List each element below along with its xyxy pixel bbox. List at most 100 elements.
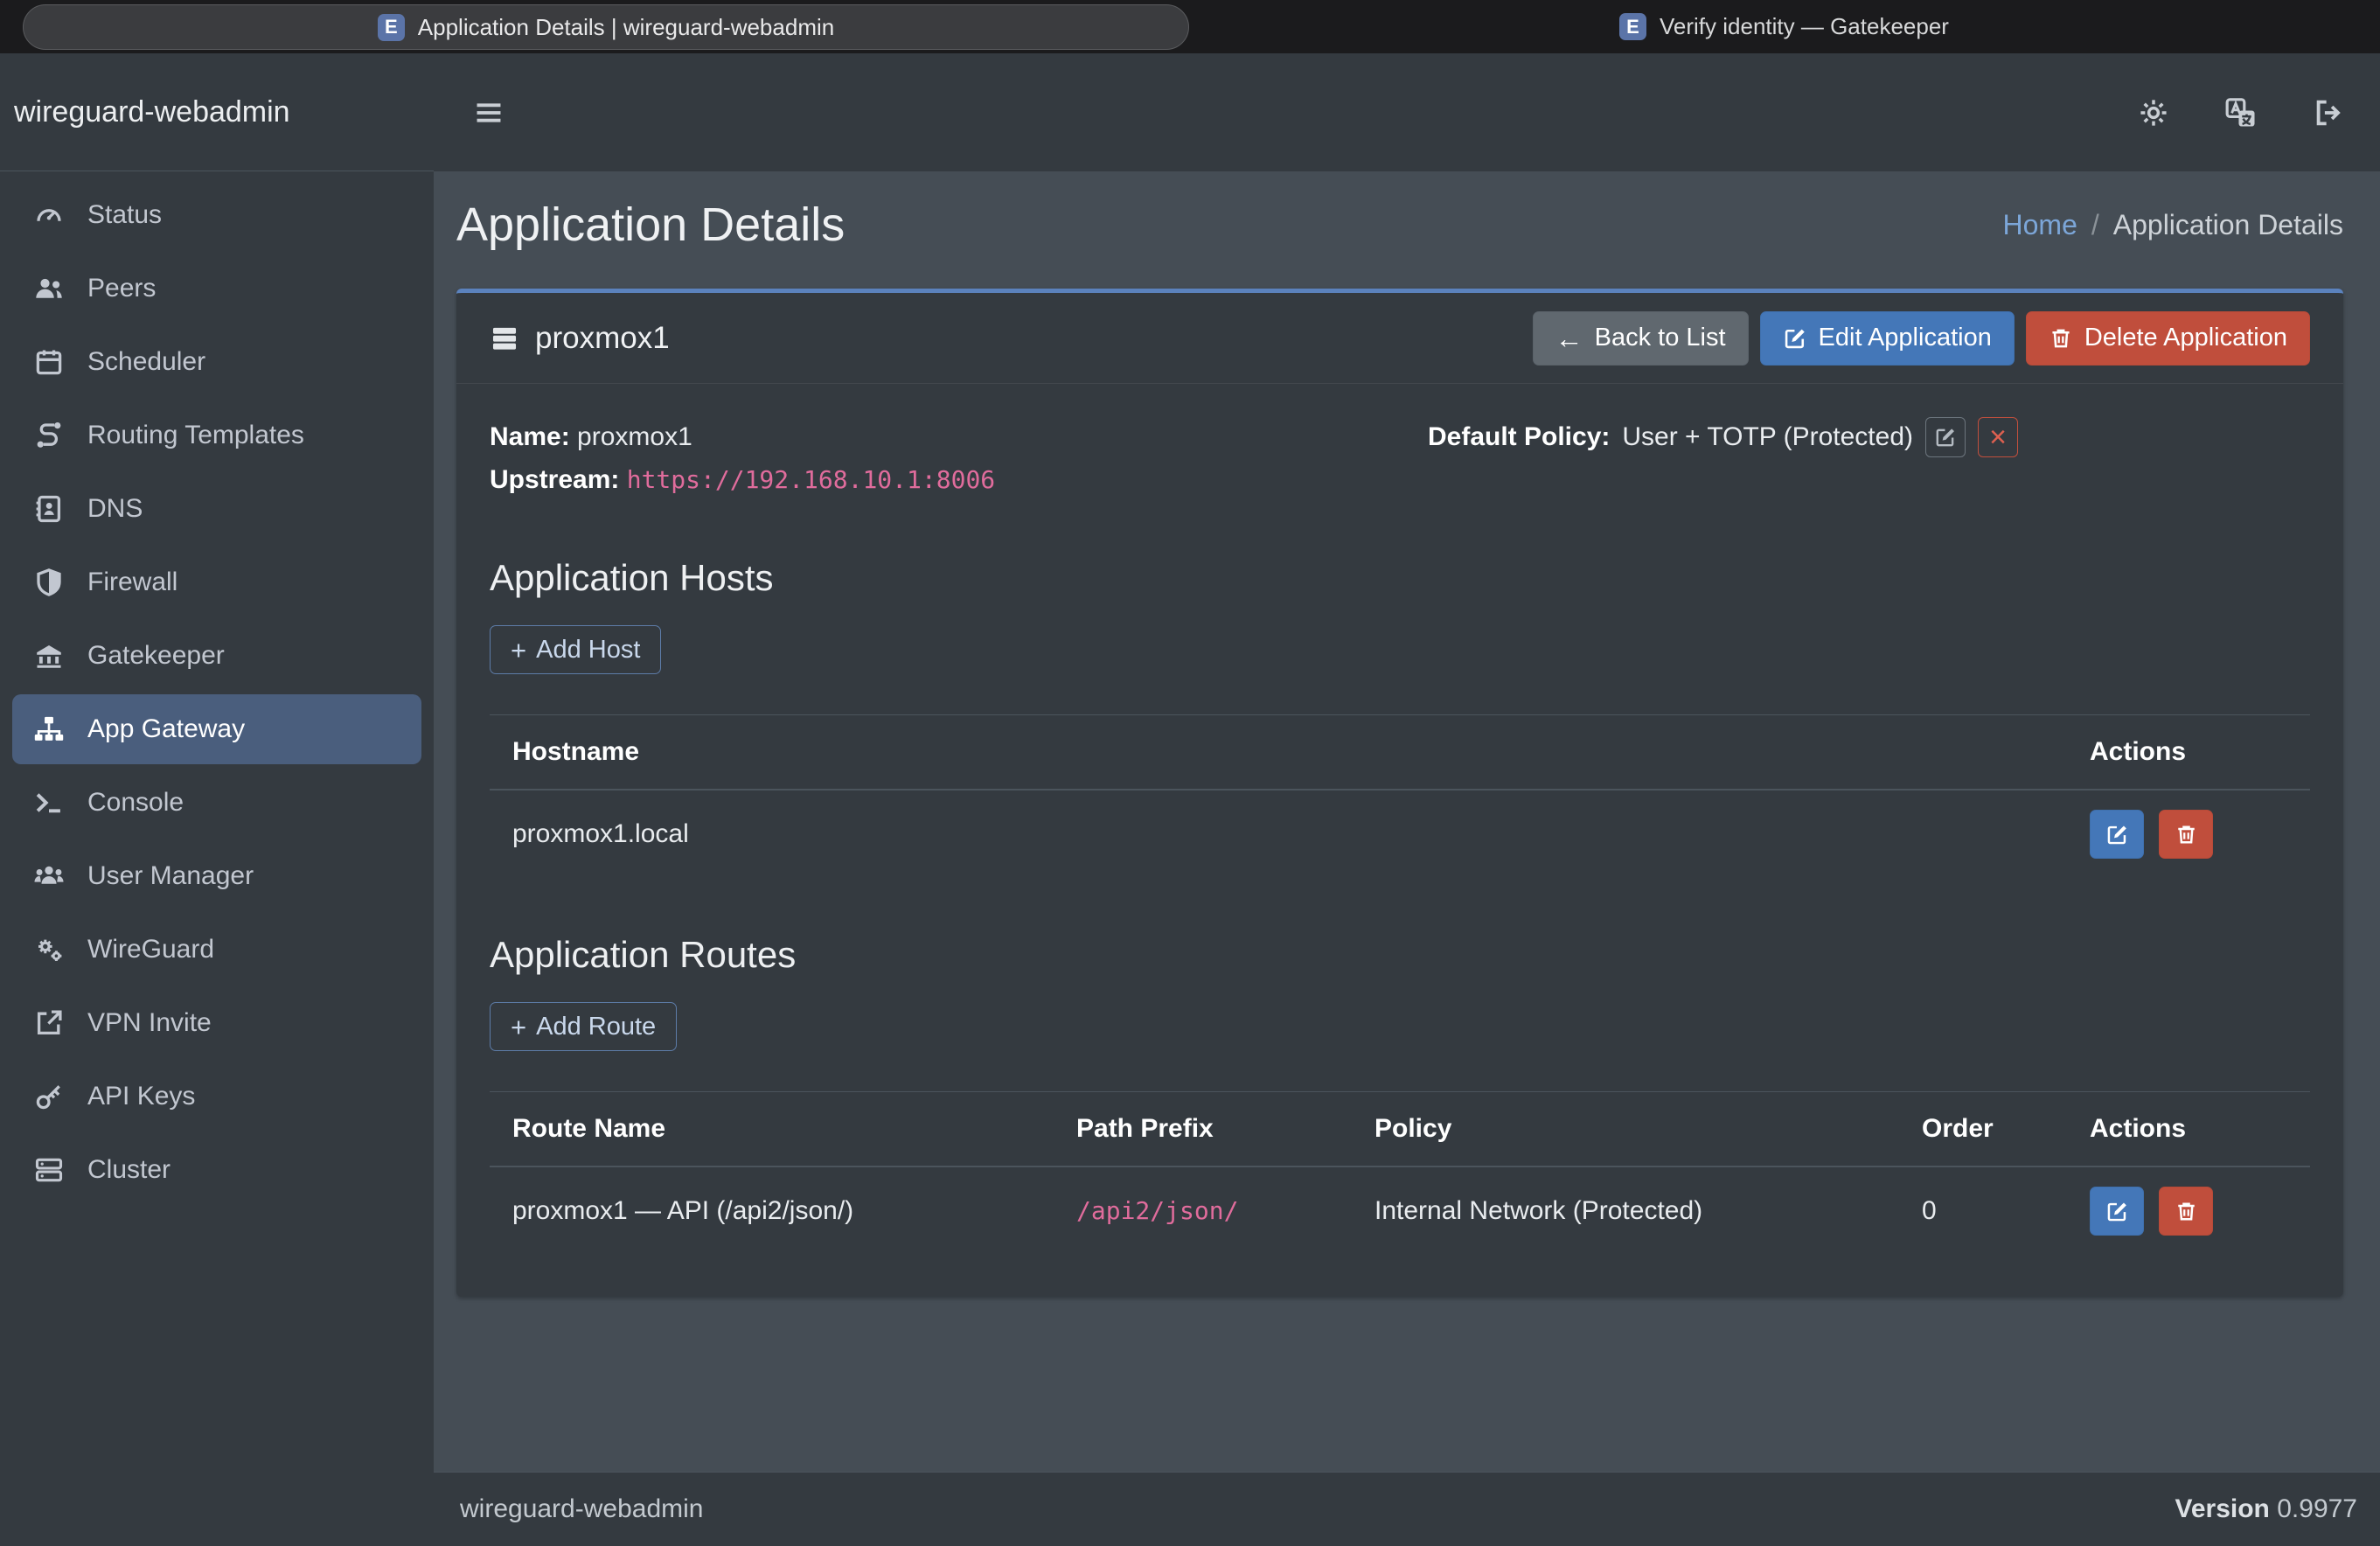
path-prefix-column-header: Path Prefix [1054, 1092, 1352, 1167]
trash-icon [2049, 326, 2073, 351]
breadcrumb-current: Application Details [2113, 209, 2343, 241]
browser-tab-bar: E Application Details | wireguard-webadm… [0, 0, 2380, 53]
content-area: Application Details Home / Application D… [434, 171, 2380, 1472]
application-card: proxmox1 ← Back to List Edit Application [456, 289, 2343, 1297]
breadcrumb: Home / Application Details [2003, 209, 2344, 241]
top-navbar [434, 53, 2380, 171]
sidebar-item-label: Cluster [87, 1155, 170, 1185]
card-title: proxmox1 [490, 321, 670, 356]
trash-icon [2175, 823, 2198, 846]
sidebar-item-vpn-invite[interactable]: VPN Invite [12, 988, 421, 1058]
name-value: proxmox1 [577, 422, 692, 451]
upstream-row: Upstream: https://192.168.10.1:8006 [490, 458, 1400, 501]
browser-tab-active[interactable]: E Application Details | wireguard-webadm… [23, 4, 1189, 50]
close-icon: × [1989, 422, 2007, 452]
server-stack-icon [490, 324, 519, 353]
server-icon [33, 1154, 72, 1186]
sidebar-item-label: DNS [87, 494, 143, 524]
order-column-header: Order [1899, 1092, 2067, 1167]
sidebar-item-scheduler[interactable]: Scheduler [12, 327, 421, 397]
edit-host-button[interactable] [2090, 810, 2144, 859]
sidebar-item-status[interactable]: Status [12, 180, 421, 250]
add-route-button[interactable]: + Add Route [490, 1002, 677, 1051]
sidebar-item-firewall[interactable]: Firewall [12, 547, 421, 617]
sidebar-item-console[interactable]: Console [12, 768, 421, 838]
upstream-value: https://192.168.10.1:8006 [627, 465, 995, 494]
sidebar: wireguard-webadmin Status Peers Schedule… [0, 53, 434, 1546]
table-header-row: Route Name Path Prefix Policy Order Acti… [490, 1092, 2310, 1167]
sidebar-item-gatekeeper[interactable]: Gatekeeper [12, 621, 421, 691]
sidebar-item-user-manager[interactable]: User Manager [12, 841, 421, 911]
terminal-icon [33, 787, 72, 818]
sidebar-item-peers[interactable]: Peers [12, 254, 421, 324]
policy-cell: Internal Network (Protected) [1352, 1166, 1899, 1255]
hostname-cell: proxmox1.local [490, 790, 2067, 878]
hostname-column-header: Hostname [490, 715, 2067, 790]
sidebar-item-api-keys[interactable]: API Keys [12, 1062, 421, 1132]
sidebar-item-routing-templates[interactable]: Routing Templates [12, 400, 421, 470]
shield-icon [33, 567, 72, 598]
delete-route-button[interactable] [2159, 1187, 2213, 1236]
remove-policy-button[interactable]: × [1978, 417, 2018, 457]
language-icon[interactable] [2224, 96, 2258, 129]
sidebar-item-label: App Gateway [87, 714, 245, 744]
route-name-cell: proxmox1 — API (/api2/json/) [490, 1166, 1054, 1255]
breadcrumb-home-link[interactable]: Home [2003, 209, 2077, 241]
sidebar-item-cluster[interactable]: Cluster [12, 1135, 421, 1205]
footer: wireguard-webadmin Version 0.9977 [434, 1472, 2380, 1546]
bank-icon [33, 640, 72, 672]
application-name: proxmox1 [535, 321, 670, 356]
tab-title: Application Details | wireguard-webadmin [418, 14, 834, 41]
plus-icon: + [511, 1013, 526, 1041]
route-icon [33, 420, 72, 451]
sidebar-item-label: Status [87, 200, 162, 230]
users-icon [33, 273, 72, 304]
path-prefix-cell: /api2/json/ [1054, 1166, 1352, 1255]
detail-right: Default Policy: User + TOTP (Protected) … [1400, 415, 2310, 501]
sidebar-item-dns[interactable]: DNS [12, 474, 421, 544]
actions-column-header: Actions [2067, 1092, 2310, 1167]
back-to-list-button[interactable]: ← Back to List [1533, 311, 1749, 366]
add-host-button[interactable]: + Add Host [490, 625, 661, 674]
card-header: proxmox1 ← Back to List Edit Application [456, 293, 2343, 384]
logout-icon[interactable] [2312, 96, 2345, 129]
actions-column-header: Actions [2067, 715, 2310, 790]
cogs-icon [33, 934, 72, 965]
policy-column-header: Policy [1352, 1092, 1899, 1167]
hosts-table: Hostname Actions proxmox1.local [490, 714, 2310, 878]
edit-route-button[interactable] [2090, 1187, 2144, 1236]
browser-tab-inactive[interactable]: E Verify identity — Gatekeeper [1619, 0, 1949, 53]
sidebar-item-label: Firewall [87, 568, 177, 597]
default-policy-row: Default Policy: User + TOTP (Protected) … [1400, 415, 2310, 458]
application-details: Name: proxmox1 Upstream: https://192.168… [490, 415, 2310, 501]
plus-icon: + [511, 637, 526, 664]
upstream-label: Upstream: [490, 465, 619, 494]
sidebar-item-wireguard[interactable]: WireGuard [12, 915, 421, 985]
share-icon [33, 1007, 72, 1039]
table-header-row: Hostname Actions [490, 715, 2310, 790]
sidebar-item-label: VPN Invite [87, 1008, 212, 1038]
page-title: Application Details [456, 198, 845, 252]
footer-brand: wireguard-webadmin [460, 1494, 703, 1524]
settings-gear-icon[interactable] [2137, 96, 2170, 129]
breadcrumb-separator: / [2091, 209, 2099, 241]
sidebar-item-label: WireGuard [87, 935, 214, 965]
sidebar-item-app-gateway[interactable]: App Gateway [12, 694, 421, 764]
delete-application-button[interactable]: Delete Application [2026, 311, 2310, 366]
address-book-icon [33, 493, 72, 525]
edit-application-button[interactable]: Edit Application [1760, 311, 2015, 366]
tab-favicon: E [378, 14, 405, 41]
tab-title: Verify identity — Gatekeeper [1660, 13, 1949, 40]
brand[interactable]: wireguard-webadmin [0, 53, 434, 171]
hamburger-menu-icon[interactable] [472, 96, 505, 129]
policy-value: User + TOTP (Protected) [1622, 415, 1913, 458]
key-icon [33, 1081, 72, 1112]
edit-policy-button[interactable] [1925, 417, 1966, 457]
sidebar-item-label: User Manager [87, 861, 254, 891]
name-label: Name: [490, 422, 570, 451]
navbar-actions [2137, 96, 2345, 129]
sidebar-item-label: Routing Templates [87, 421, 304, 450]
trash-icon [2175, 1200, 2198, 1223]
delete-host-button[interactable] [2159, 810, 2213, 859]
sidebar-item-label: Peers [87, 274, 156, 303]
